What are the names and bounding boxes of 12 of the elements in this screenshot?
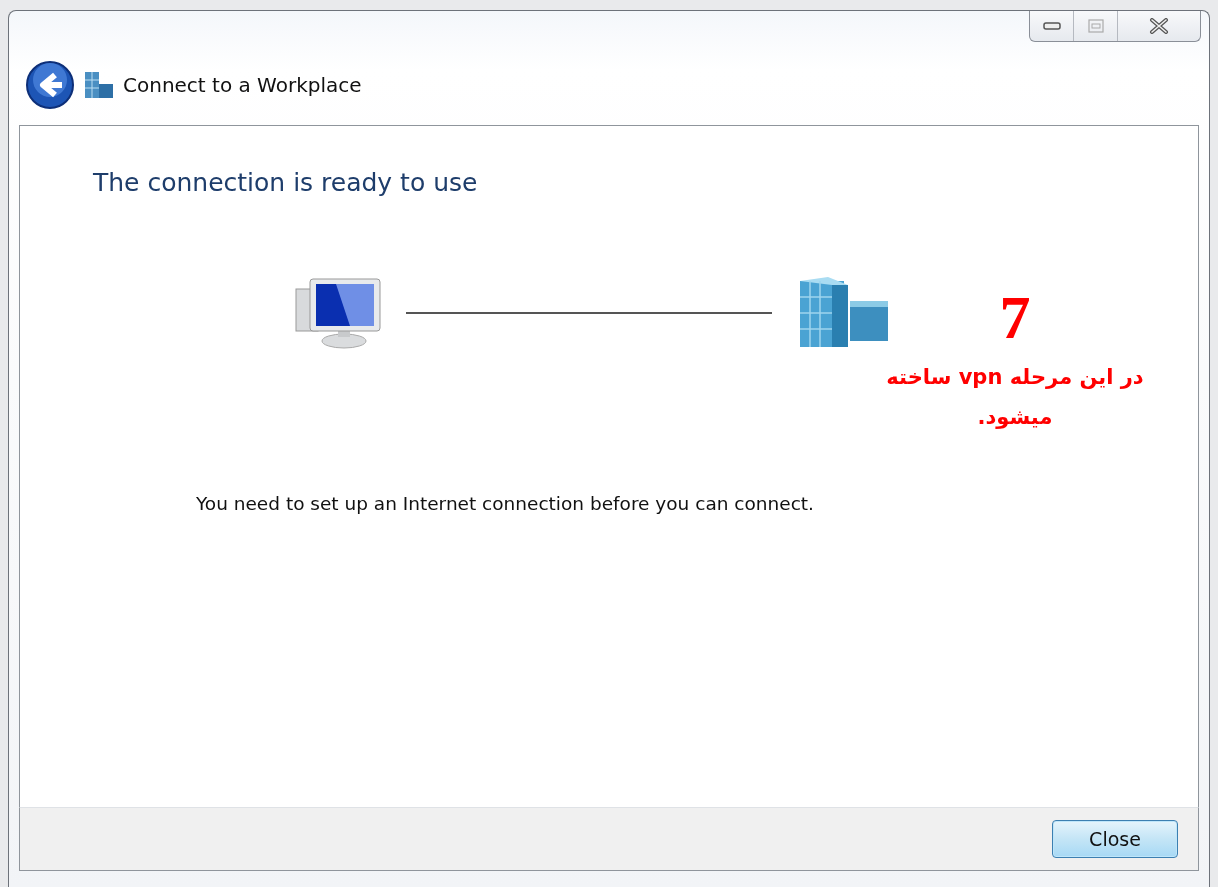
back-arrow-button[interactable] — [25, 60, 75, 110]
minimize-icon — [1042, 22, 1061, 30]
close-icon — [1149, 18, 1169, 34]
page-heading: The connection is ready to use — [93, 168, 479, 197]
info-message: You need to set up an Internet connection before you can connect. — [196, 493, 815, 514]
annotation-note: در این مرحله vpn ساخته میشود. — [885, 364, 1145, 431]
window-title: Connect to a Workplace — [123, 73, 362, 97]
maximize-icon — [1087, 19, 1104, 33]
step-number: 7 — [999, 286, 1031, 348]
buildings-icon — [83, 70, 115, 100]
computer-icon — [292, 275, 384, 351]
close-button[interactable]: Close — [1052, 820, 1178, 858]
